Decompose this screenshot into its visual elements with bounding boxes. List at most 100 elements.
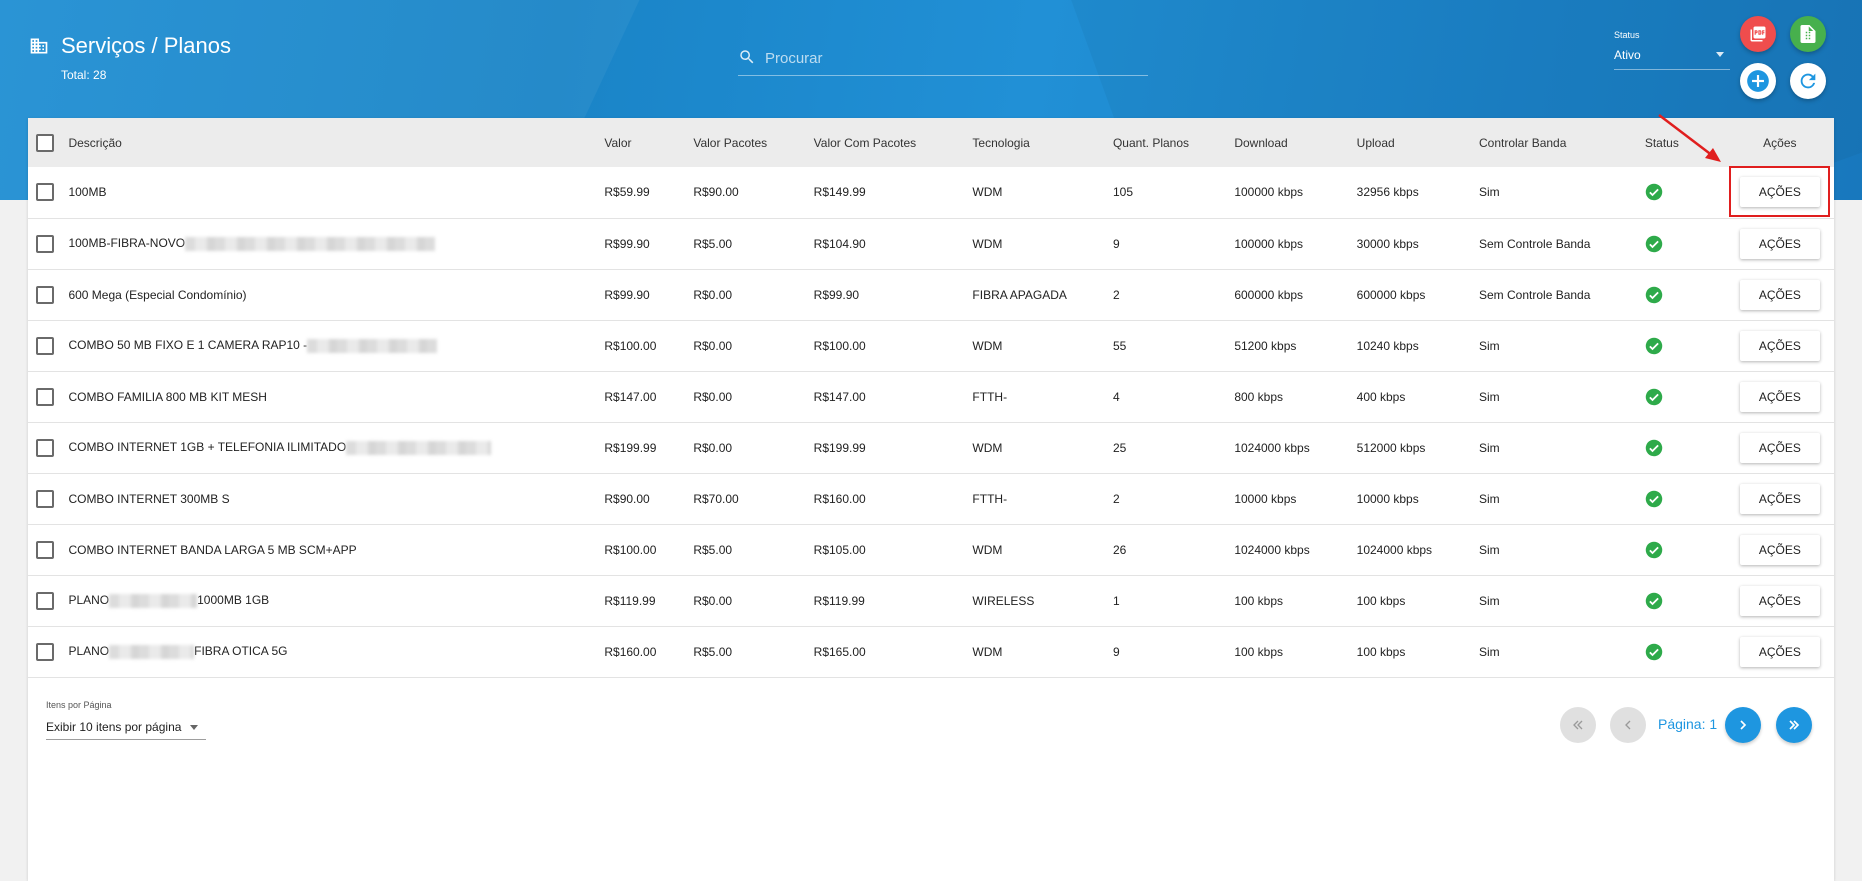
cell-acoes: AÇÕES: [1726, 473, 1834, 524]
row-checkbox[interactable]: [36, 591, 54, 610]
cell-controlar-banda: Sim: [1479, 491, 1500, 506]
cell-status: [1645, 371, 1726, 422]
check-circle-icon: [1645, 337, 1663, 354]
first-page-button[interactable]: [1560, 707, 1596, 743]
excel-icon: [1800, 25, 1816, 43]
acoes-button[interactable]: AÇÕES: [1739, 330, 1820, 361]
column-header-descricao[interactable]: Descrição: [68, 118, 604, 167]
row-checkbox[interactable]: [36, 183, 54, 202]
cell-download: 800 kbps: [1234, 389, 1284, 404]
acoes-button[interactable]: AÇÕES: [1739, 636, 1820, 667]
cell-valor: R$99.90: [604, 236, 650, 251]
cell-quant-planos: 9: [1112, 644, 1120, 659]
cell-upload: 600000 kbps: [1356, 287, 1426, 302]
acoes-button[interactable]: AÇÕES: [1739, 177, 1820, 208]
row-checkbox[interactable]: [36, 387, 54, 406]
acoes-button[interactable]: AÇÕES: [1739, 432, 1820, 463]
cell-tecnologia: WDM: [972, 644, 1003, 659]
cell-valor-com-pacotes: R$105.00: [813, 542, 866, 557]
cell-upload: 512000 kbps: [1356, 440, 1426, 455]
search-input[interactable]: [765, 44, 1145, 72]
cell-descricao: PLANO 1000MB 1GB: [68, 575, 604, 626]
cell-quant-planos: 1: [1112, 593, 1120, 608]
cell-valor: R$100.00: [604, 542, 657, 557]
cell-valor-pacotes: R$70.00: [693, 491, 739, 506]
column-header-tecnologia[interactable]: Tecnologia: [972, 118, 1113, 167]
table-row[interactable]: 100MB R$59.99 R$90.00 R$149.99 WDM 105 100000 …: [28, 167, 1834, 218]
cell-upload: 1024000 kbps: [1356, 542, 1433, 557]
page-header: Serviços / Planos: [29, 33, 231, 59]
cell-controlar-banda: Sim: [1479, 185, 1500, 200]
cell-status: [1645, 167, 1726, 218]
table-row[interactable]: PLANO FIBRA OTICA 5G R$160.00 R$5.00 R$165.0…: [28, 626, 1834, 677]
acoes-button[interactable]: AÇÕES: [1739, 228, 1820, 259]
acoes-button[interactable]: AÇÕES: [1739, 534, 1820, 565]
row-checkbox[interactable]: [36, 285, 54, 304]
column-header-valor-com-pacotes[interactable]: Valor Com Pacotes: [814, 118, 973, 167]
plan-name-suffix: 1000MB 1GB: [197, 593, 270, 608]
check-circle-icon: [1645, 592, 1663, 609]
column-header-controlar-banda[interactable]: Controlar Banda: [1479, 118, 1645, 167]
items-per-page: Itens por Página Exibir 10 itens por pág…: [46, 700, 206, 740]
cell-download: 600000 kbps: [1234, 287, 1304, 302]
last-page-button[interactable]: [1776, 707, 1812, 743]
table-row[interactable]: COMBO INTERNET 1GB + TELEFONIA ILIMITADO…: [28, 422, 1834, 473]
table-row[interactable]: COMBO INTERNET BANDA LARGA 5 MB SCM+APP R…: [28, 524, 1834, 575]
cell-download: 51200 kbps: [1234, 338, 1297, 353]
cell-quant-planos: 105: [1112, 185, 1133, 200]
acoes-button[interactable]: AÇÕES: [1739, 585, 1820, 616]
cell-valor-pacotes: R$5.00: [693, 236, 733, 251]
acoes-button[interactable]: AÇÕES: [1739, 279, 1820, 310]
column-header-status[interactable]: Status: [1645, 118, 1726, 167]
search-icon: [740, 50, 754, 64]
table-row[interactable]: PLANO 1000MB 1GB R$119.99 R$0.00 R$119.99 WIR…: [28, 575, 1834, 626]
column-header-quant-planos[interactable]: Quant. Planos: [1113, 118, 1234, 167]
row-checkbox[interactable]: [36, 489, 54, 508]
cell-download: 100000 kbps: [1234, 185, 1304, 200]
column-header-upload[interactable]: Upload: [1357, 118, 1479, 167]
cell-download: 1024000 kbps: [1234, 440, 1310, 455]
acoes-button[interactable]: AÇÕES: [1739, 381, 1820, 412]
row-checkbox[interactable]: [36, 234, 54, 253]
table-row[interactable]: 100MB-FIBRA-NOVO R$99.90 R$5.00 R$104.90 WDM…: [28, 218, 1834, 269]
plan-name: PLANO: [68, 644, 110, 659]
plan-name: PLANO: [68, 593, 110, 608]
cell-download: 100000 kbps: [1234, 236, 1304, 251]
cell-tecnologia: FTTH-: [972, 491, 1008, 506]
row-checkbox[interactable]: [36, 540, 54, 559]
redacted-text: [109, 644, 195, 659]
total-count: Total: 28: [61, 68, 107, 82]
cell-download: 100 kbps: [1234, 644, 1284, 659]
select-all-checkbox[interactable]: [36, 133, 54, 152]
row-checkbox[interactable]: [36, 336, 54, 355]
cell-acoes: AÇÕES: [1726, 626, 1834, 677]
row-checkbox[interactable]: [36, 438, 54, 457]
refresh-button[interactable]: [1790, 63, 1826, 99]
export-excel-button[interactable]: [1790, 16, 1826, 52]
next-page-button[interactable]: [1725, 707, 1761, 743]
table-row[interactable]: COMBO INTERNET 300MB S R$90.00 R$70.00 R$16…: [28, 473, 1834, 524]
cell-valor-pacotes: R$5.00: [693, 542, 733, 557]
cell-quant-planos: 4: [1112, 389, 1120, 404]
status-select[interactable]: Status Ativo: [1614, 30, 1730, 70]
cell-valor-pacotes: R$5.00: [693, 644, 733, 659]
table-row[interactable]: 600 Mega (Especial Condomínio) R$99.90 R$0…: [28, 269, 1834, 320]
add-plan-button[interactable]: [1740, 63, 1776, 99]
previous-page-button[interactable]: [1610, 707, 1646, 743]
table-row[interactable]: COMBO FAMILIA 800 MB KIT MESH R$147.00 R$0…: [28, 371, 1834, 422]
plan-name: COMBO INTERNET 300MB S: [68, 491, 230, 506]
items-per-page-select[interactable]: Exibir 10 itens por página: [46, 716, 206, 740]
table-row[interactable]: COMBO 50 MB FIXO E 1 CAMERA RAP10 - R$100…: [28, 320, 1834, 371]
cell-upload: 400 kbps: [1356, 389, 1406, 404]
row-checkbox[interactable]: [36, 642, 54, 661]
cell-valor-pacotes: R$0.00: [693, 593, 733, 608]
export-pdf-button[interactable]: [1740, 16, 1776, 52]
cell-controlar-banda: Sem Controle Banda: [1479, 236, 1591, 251]
redacted-text: [185, 236, 436, 251]
cell-upload: 10000 kbps: [1356, 491, 1419, 506]
column-header-download[interactable]: Download: [1234, 118, 1356, 167]
column-header-valor[interactable]: Valor: [604, 118, 693, 167]
column-header-valor-pacotes[interactable]: Valor Pacotes: [693, 118, 813, 167]
acoes-button[interactable]: AÇÕES: [1739, 483, 1820, 514]
items-per-page-label: Itens por Página: [46, 700, 112, 710]
